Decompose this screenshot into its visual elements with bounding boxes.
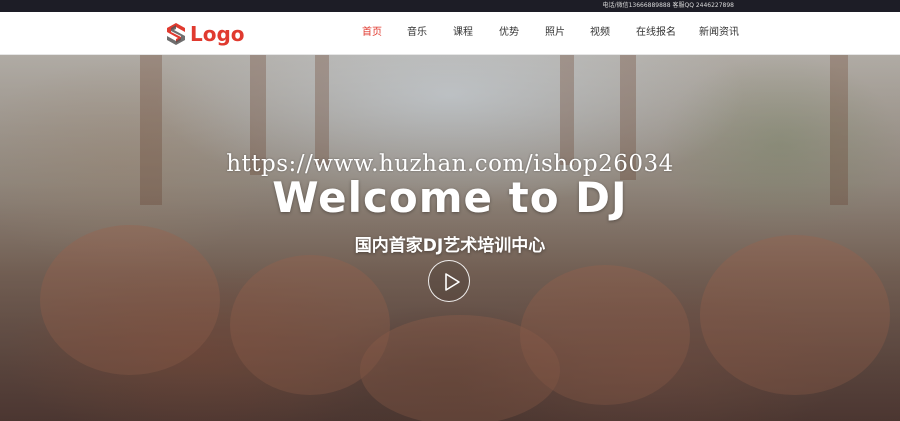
main-nav: 首页 音乐 课程 优势 照片 视频 在线报名 新闻资讯 (0, 12, 900, 55)
nav-item-courses[interactable]: 课程 (453, 26, 473, 40)
nav-item-news[interactable]: 新闻资讯 (699, 26, 739, 40)
contact-info: 电话/微信13666889888 客服QQ 2446227898 (602, 2, 734, 9)
site-header: Logo 首页 音乐 课程 优势 照片 视频 在线报名 新闻资讯 (0, 12, 900, 55)
top-info-bar: 电话/微信13666889888 客服QQ 2446227898 (0, 0, 900, 12)
nav-item-signup[interactable]: 在线报名 (636, 26, 676, 40)
nav-item-photos[interactable]: 照片 (545, 26, 565, 40)
hero-subtitle: 国内首家DJ艺术培训中心 (354, 236, 546, 256)
hero-title: Welcome to DJ (272, 173, 628, 222)
nav-item-home[interactable]: 首页 (362, 26, 382, 40)
nav-item-music[interactable]: 音乐 (407, 26, 427, 40)
nav-item-advantages[interactable]: 优势 (499, 26, 519, 40)
play-icon (445, 273, 460, 291)
play-video-button[interactable] (428, 260, 470, 302)
hero-banner: https://www.huzhan.com/ishop26034 Welcom… (0, 55, 900, 421)
nav-item-videos[interactable]: 视频 (590, 26, 610, 40)
